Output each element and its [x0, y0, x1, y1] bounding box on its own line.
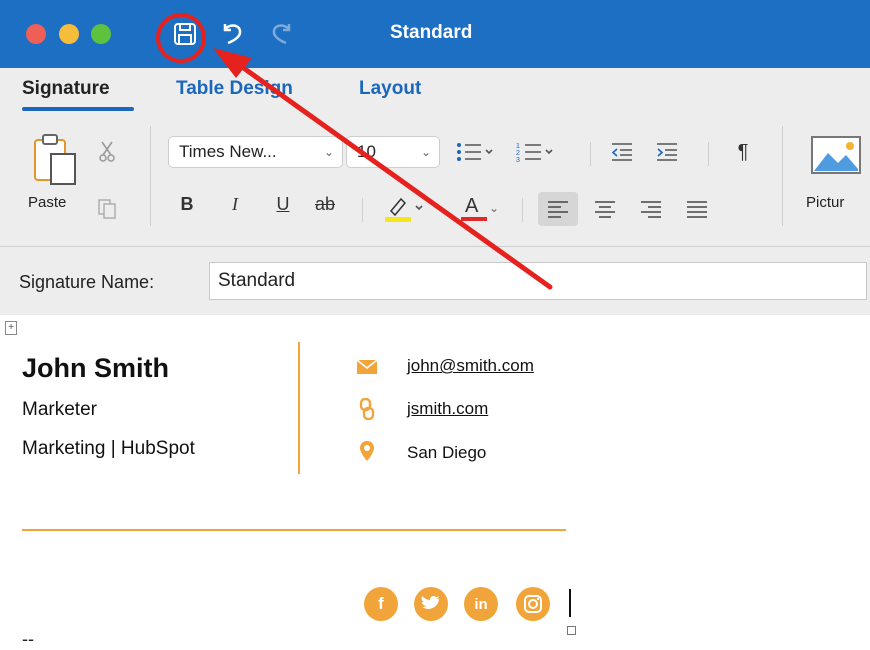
separator — [708, 142, 709, 166]
align-center-icon — [595, 201, 615, 218]
twitter-icon[interactable] — [414, 587, 448, 621]
paste-label: Paste — [28, 194, 67, 211]
clipboard-icon — [34, 134, 76, 185]
minimize-window-button[interactable] — [59, 24, 79, 44]
signature-divider — [298, 342, 300, 474]
signature-department[interactable]: Marketing | HubSpot — [22, 438, 195, 460]
align-right-button[interactable] — [634, 192, 668, 226]
align-left-icon — [548, 201, 568, 218]
tab-table-design[interactable]: Table Design — [176, 78, 293, 100]
save-icon — [174, 23, 196, 45]
font-family-value: Times New... — [179, 142, 277, 161]
show-formatting-button[interactable]: ¶ — [728, 138, 758, 166]
picture-icon — [811, 136, 861, 174]
signature-separator-dashes: -- — [22, 629, 34, 649]
resize-handle[interactable] — [567, 626, 576, 635]
linkedin-icon[interactable]: in — [464, 587, 498, 621]
signature-email-link[interactable]: john@smith.com — [407, 356, 534, 376]
link-icon — [354, 396, 380, 422]
window-title: Standard — [390, 22, 473, 43]
increase-indent-icon — [657, 143, 677, 161]
text-cursor — [569, 589, 571, 617]
font-color-button[interactable]: A ⌄ — [452, 192, 506, 224]
separator — [522, 198, 523, 222]
email-icon — [354, 354, 380, 380]
justify-icon — [687, 201, 707, 218]
signature-horizontal-rule — [22, 529, 566, 531]
align-center-button[interactable] — [588, 192, 622, 226]
svg-text:3: 3 — [516, 157, 520, 163]
picture-label: Pictur — [806, 194, 845, 211]
separator — [590, 142, 591, 166]
chevron-down-icon: ⌄ — [323, 145, 334, 159]
location-pin-icon — [354, 438, 380, 464]
copy-button[interactable] — [94, 196, 120, 222]
separator — [150, 126, 151, 226]
paste-button[interactable] — [26, 130, 86, 190]
signature-location: San Diego — [407, 443, 487, 462]
strikethrough-button[interactable]: ab — [310, 194, 340, 215]
undo-icon — [223, 24, 242, 45]
decrease-indent-button[interactable] — [607, 138, 637, 166]
bullet-list-icon — [457, 143, 493, 161]
undo-button[interactable] — [212, 14, 252, 54]
bold-button[interactable]: B — [172, 194, 202, 215]
numbered-list-button[interactable]: 1 2 3 — [510, 138, 560, 166]
zoom-window-button[interactable] — [91, 24, 111, 44]
signature-name-input[interactable]: Standard — [209, 262, 867, 300]
italic-button[interactable]: I — [220, 194, 250, 215]
chevron-down-icon: ⌄ — [488, 201, 500, 215]
active-tab-indicator — [22, 107, 134, 111]
signature-website-link[interactable]: jsmith.com — [407, 399, 488, 419]
svg-text:2: 2 — [516, 150, 520, 157]
copy-icon — [98, 199, 116, 219]
scissors-icon — [99, 141, 115, 162]
separator — [782, 126, 783, 226]
font-size-value: 10 — [357, 142, 376, 161]
highlight-color-button[interactable] — [380, 192, 430, 224]
font-color-letter: A — [464, 195, 479, 217]
save-button[interactable] — [160, 14, 210, 54]
underline-button[interactable]: U — [268, 194, 298, 215]
decrease-indent-icon — [611, 143, 632, 161]
numbered-list-icon: 1 2 3 — [516, 143, 553, 163]
table-move-handle[interactable]: + — [5, 321, 17, 335]
svg-text:1: 1 — [516, 143, 520, 150]
tab-signature[interactable]: Signature — [22, 78, 110, 100]
align-left-button[interactable] — [538, 192, 578, 226]
signature-name-label: Signature Name: — [19, 272, 155, 292]
bullet-list-button[interactable] — [450, 138, 500, 166]
close-window-button[interactable] — [26, 24, 46, 44]
signature-job-title[interactable]: Marketer — [22, 399, 97, 421]
ribbon: Signature Table Design Layout Paste Time… — [0, 68, 870, 247]
font-size-select[interactable]: 10 ⌄ — [346, 136, 440, 168]
highlighter-icon — [385, 197, 423, 222]
facebook-icon[interactable]: f — [364, 587, 398, 621]
align-right-icon — [641, 201, 661, 218]
justify-button[interactable] — [680, 192, 714, 226]
instagram-icon[interactable] — [516, 587, 550, 621]
chevron-down-icon: ⌄ — [420, 145, 431, 159]
redo-icon — [272, 24, 291, 45]
separator — [362, 198, 363, 222]
increase-indent-button[interactable] — [652, 138, 682, 166]
picture-button[interactable] — [806, 130, 866, 180]
tab-layout[interactable]: Layout — [359, 78, 421, 100]
font-color-swatch — [460, 217, 487, 221]
title-bar: Standard — [0, 0, 870, 68]
redo-button[interactable] — [262, 14, 302, 54]
signature-full-name[interactable]: John Smith — [22, 353, 169, 384]
cut-button[interactable] — [94, 138, 120, 164]
font-family-select[interactable]: Times New... ⌄ — [168, 136, 343, 168]
